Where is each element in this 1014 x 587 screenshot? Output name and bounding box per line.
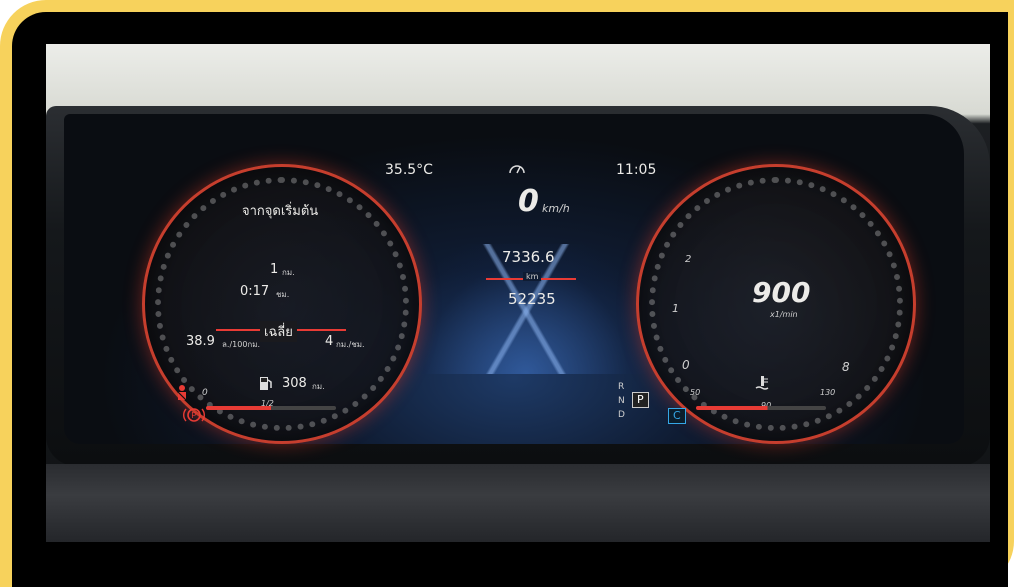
coolant-level-bar [696,406,826,410]
outside-temperature: 35.5°C [385,162,433,178]
tach-tick-0: 0 [682,358,690,372]
dashboard-photo: 35.5°C 11:05 0 km/h 7336.6 km 52235 จากจ… [46,44,990,542]
average-consumption-unit: ล./100กม. [222,340,261,349]
fuel-range-unit: กม. [312,382,325,391]
gear-d: D [618,410,625,420]
image-background: 35.5°C 11:05 0 km/h 7336.6 km 52235 จากจ… [12,12,1008,587]
trip-time-unit: ชม. [276,290,290,299]
speed-value: 0 [518,184,539,219]
gear-selected-badge: P [632,392,649,408]
windshield-sky [46,44,990,114]
total-odometer: 52235 [508,290,556,308]
rpm-value: 900 [752,276,811,309]
fuel-pump-icon [258,374,274,396]
dashboard-lower-trim [46,464,990,542]
rpm-unit: x1/min [770,310,798,319]
coolant-temperature-icon [754,374,772,396]
tach-tick-8: 8 [842,360,850,374]
coolant-tick-50: 50 [690,388,701,397]
trip-label: จากจุดเริ่มต้น [242,204,319,219]
trip-odometer: 7336.6 [502,248,555,266]
average-label: เฉลี่ย [260,321,297,342]
coolant-tick-130: 130 [820,388,836,397]
clock: 11:05 [616,162,657,178]
speedometer-icon [508,160,526,179]
trip-distance: 1 [270,262,279,277]
km-label: km [523,272,542,281]
tach-tick-1: 1 [672,302,679,315]
seatbelt-warning-icon [174,384,190,406]
drive-mode-badge: C [668,408,686,424]
tach-tick-2: 2 [685,254,692,265]
trip-distance-unit: กม. [282,268,295,277]
fuel-scale-zero: 0 [202,388,208,398]
speed-unit: km/h [542,202,570,215]
parking-brake-warning-icon: P [182,406,206,428]
average-speed: 4 [325,334,334,349]
fuel-range: 308 [282,376,307,391]
average-consumption: 38.9 [186,334,215,349]
gear-n: N [618,396,625,406]
fuel-level-bar [206,406,336,410]
average-speed-unit: กม./ชม. [336,340,365,349]
gear-r: R [618,382,625,392]
trip-time: 0:17 [240,284,270,299]
svg-text:P: P [191,411,196,420]
